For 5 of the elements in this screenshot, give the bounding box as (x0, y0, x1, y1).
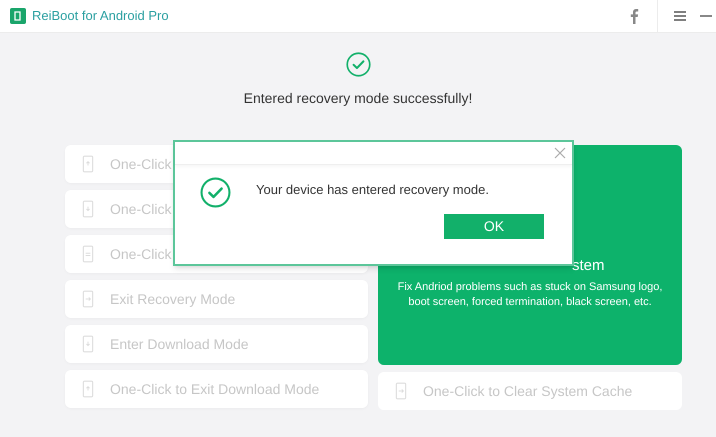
card-description: Fix Andriod problems such as stuck on Samsung logo, boot screen, forced termination, black screen, etc. (396, 280, 664, 310)
dialog-message: Your device has entered recovery mode. (256, 180, 489, 199)
status-message: Entered recovery mode successfully! (244, 89, 472, 108)
window-title: ReiBoot for Android Pro (32, 7, 169, 26)
card-title: stem (572, 256, 605, 276)
